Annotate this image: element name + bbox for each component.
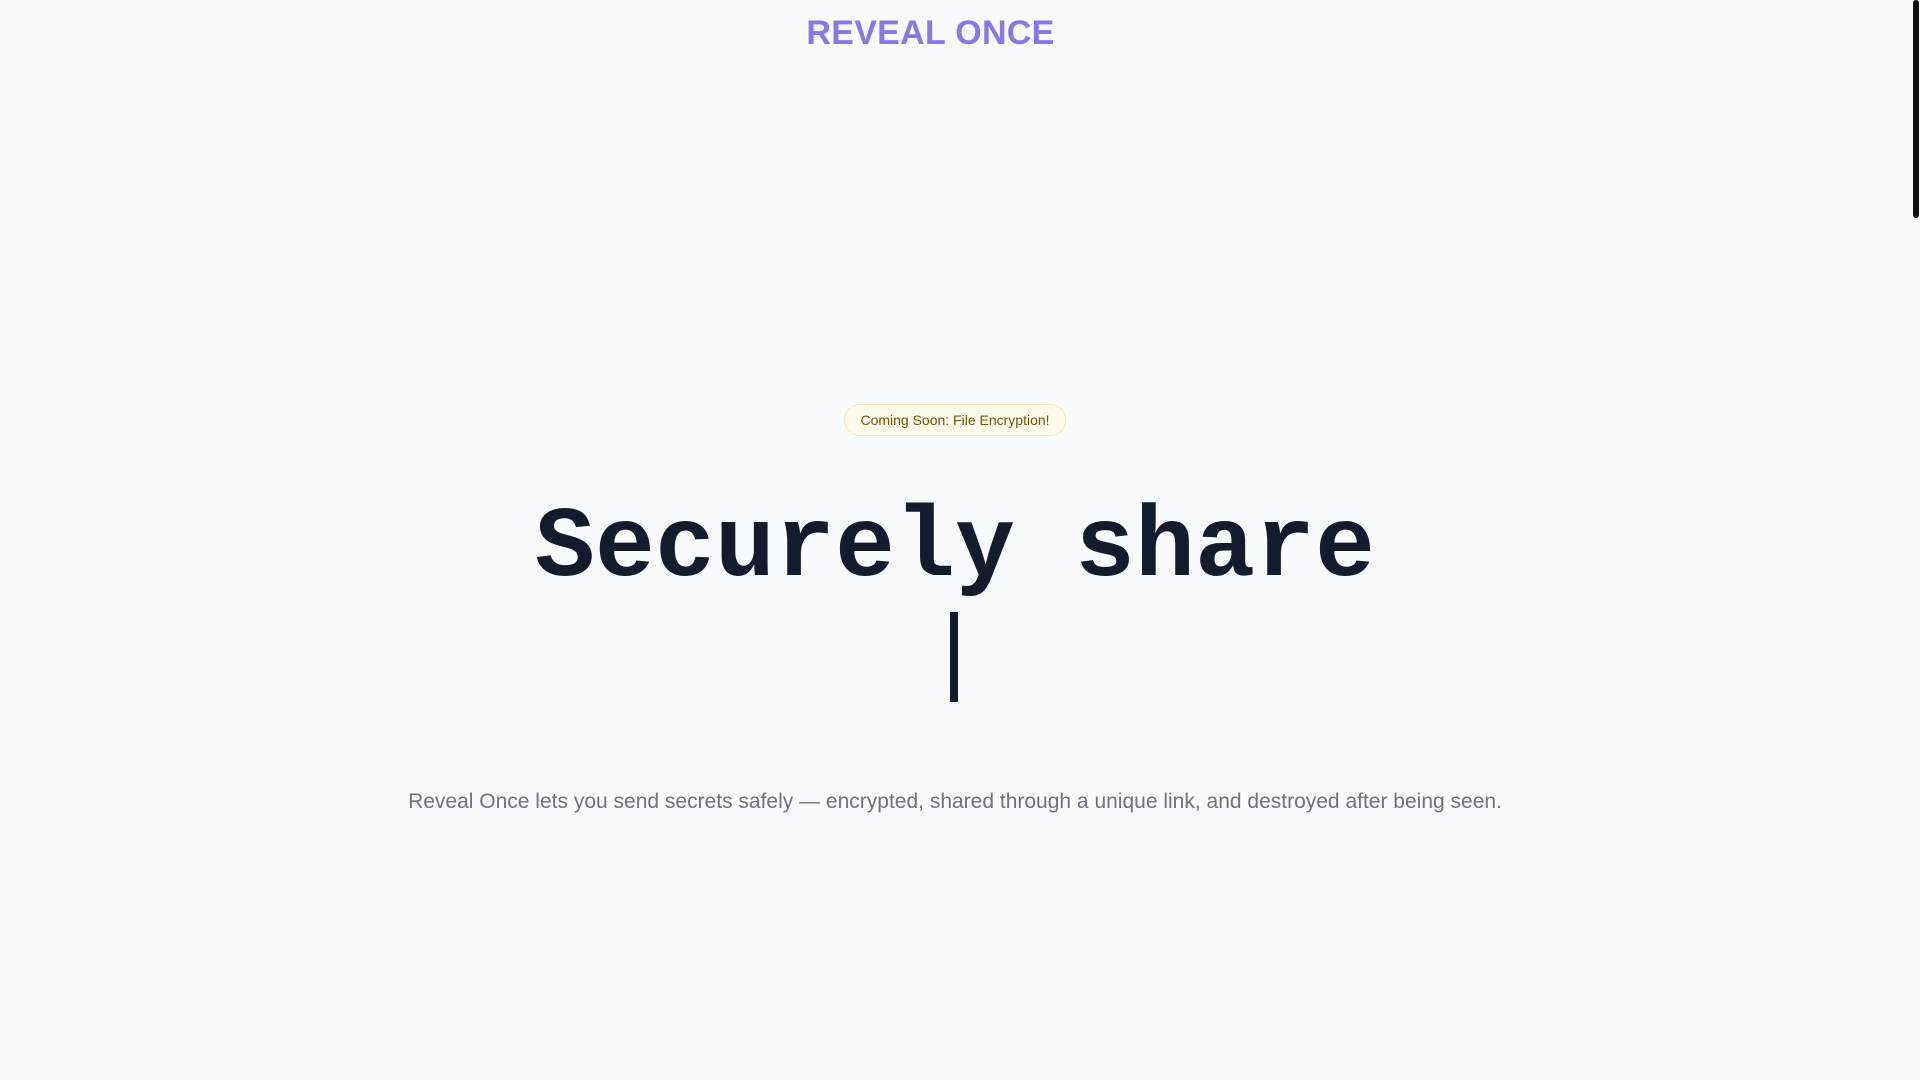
typing-cursor	[950, 612, 958, 702]
page: REVEAL ONCE Coming Soon: File Encryption…	[0, 0, 1920, 1080]
hero-headline: Securely share	[534, 493, 1376, 606]
main-content: REVEAL ONCE Coming Soon: File Encryption…	[0, 0, 1910, 1080]
hero-tagline: Reveal Once lets you send secrets safely…	[408, 790, 1502, 813]
vertical-scrollbar[interactable]	[1910, 0, 1920, 1080]
brand-logo-link[interactable]: REVEAL ONCE	[0, 14, 1861, 53]
coming-soon-badge: Coming Soon: File Encryption!	[844, 404, 1066, 436]
badge-container: Coming Soon: File Encryption!	[0, 404, 1910, 436]
scrollbar-thumb[interactable]	[1913, 0, 1919, 218]
